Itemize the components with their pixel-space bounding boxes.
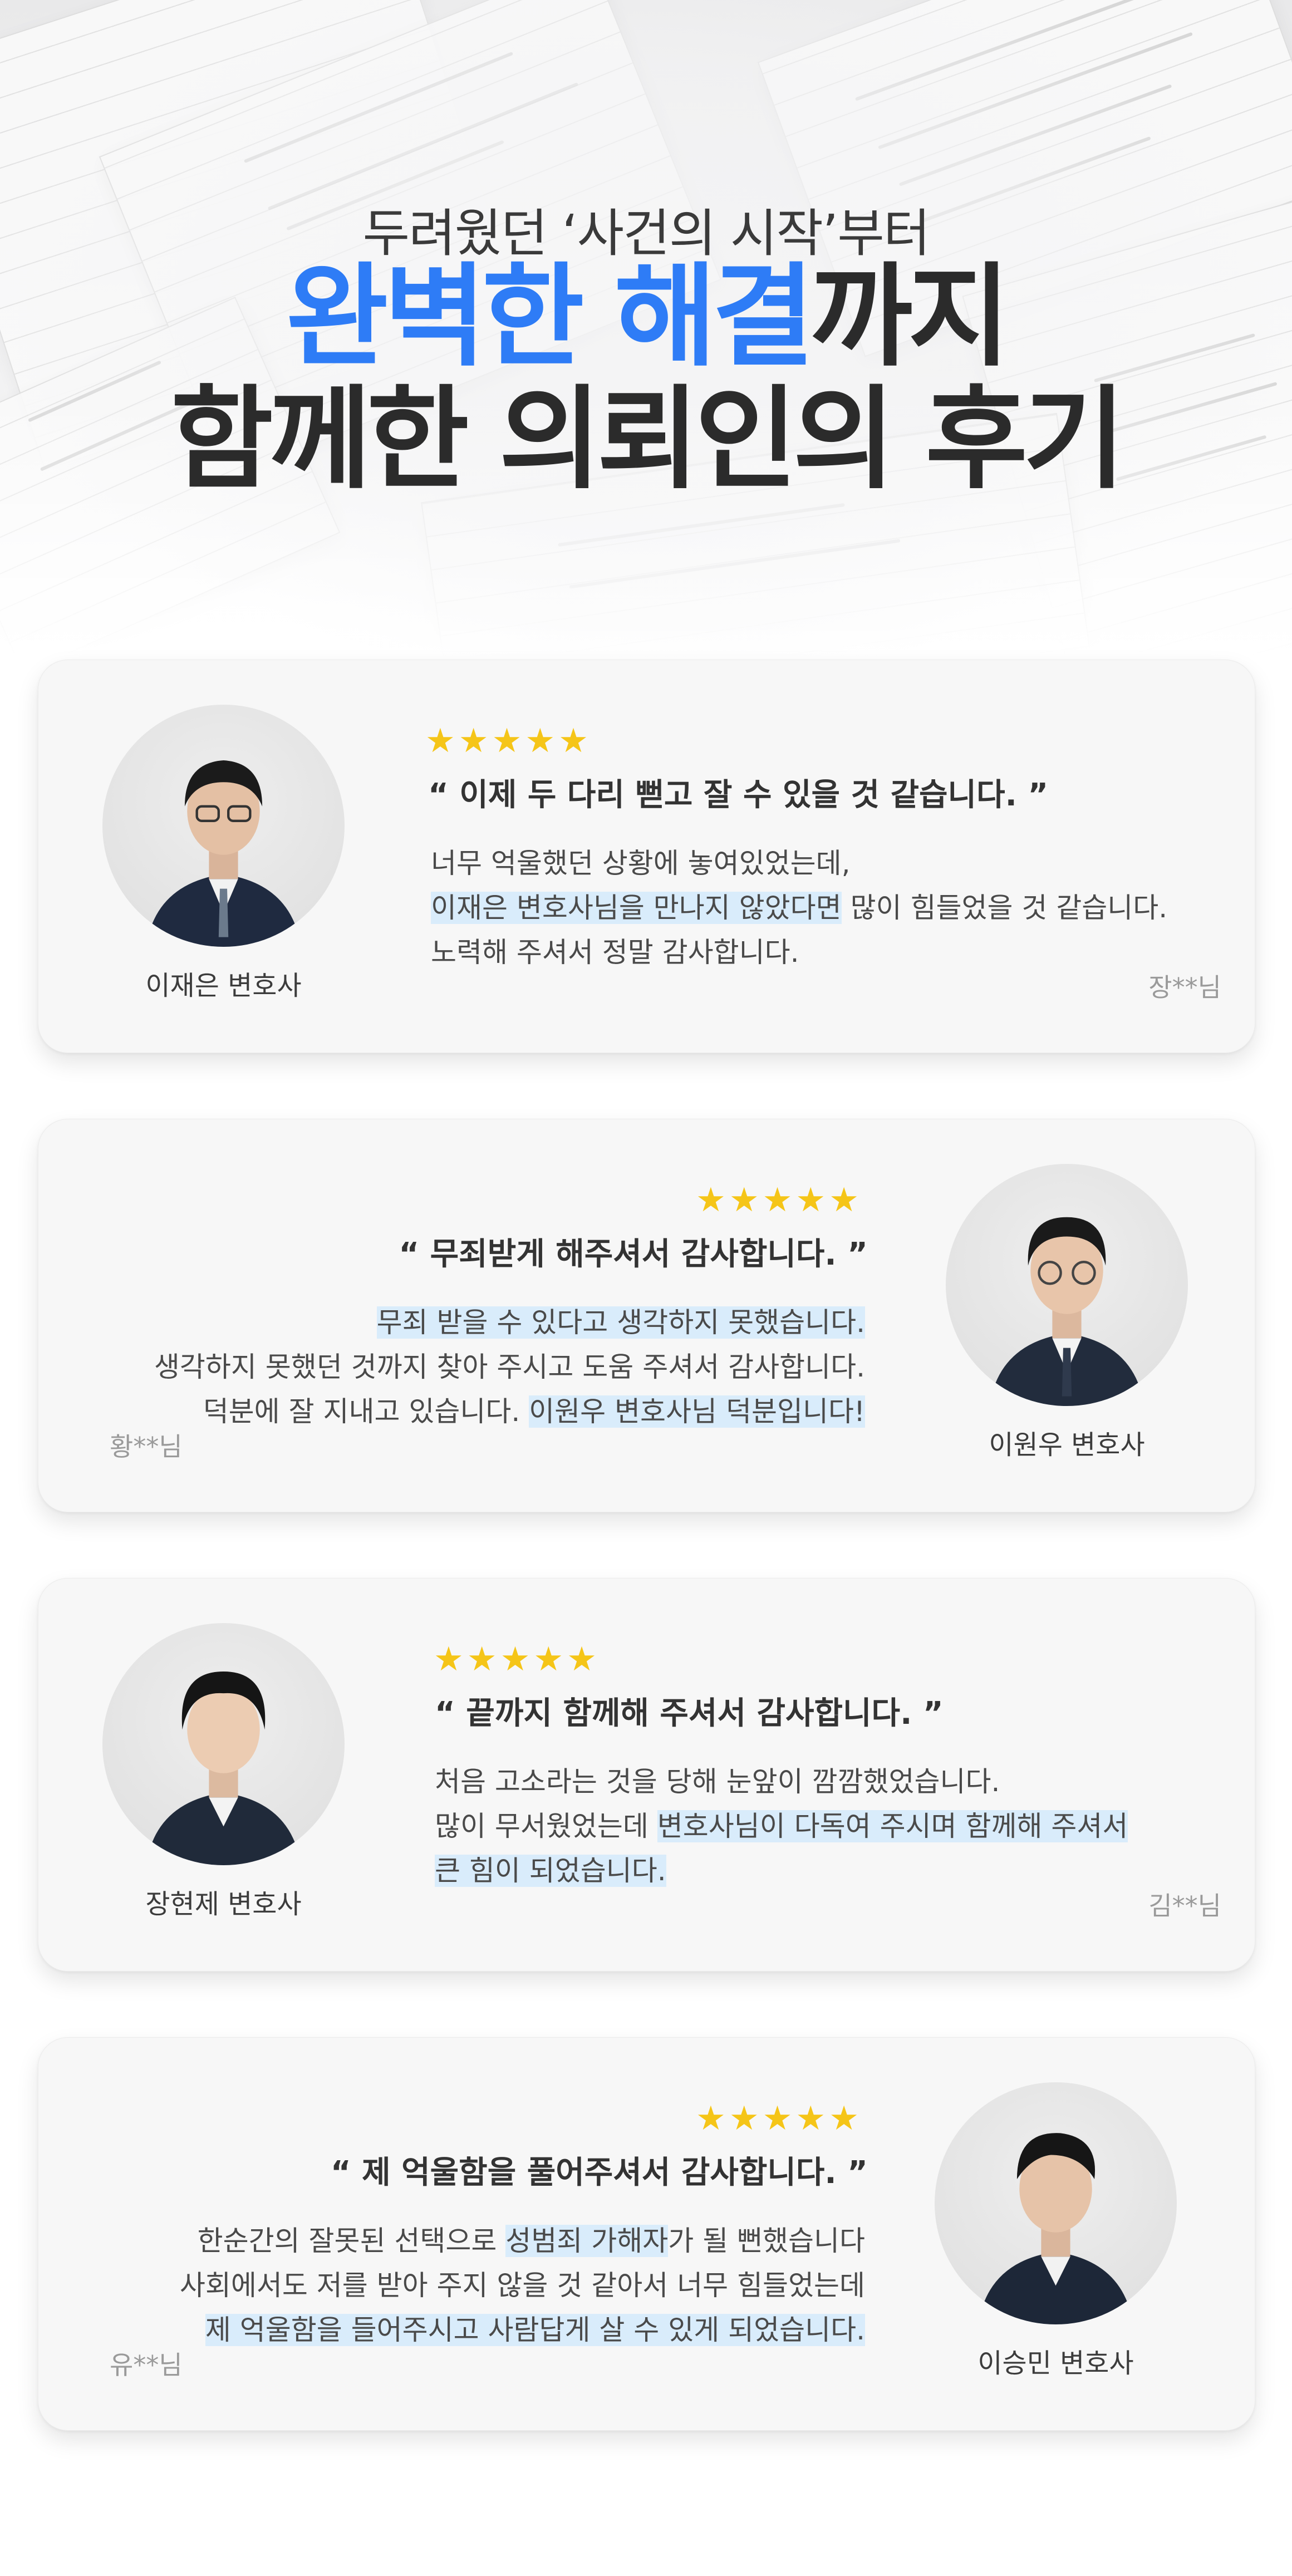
review-body: 한순간의 잘못된 선택으로 성범죄 가해자가 될 뻔했습니다사회에서도 저를 받… <box>180 2219 865 2352</box>
review-body: 너무 억울했던 상황에 놓여있었는데, 이재은 변호사님을 만나지 않았다면 많이… <box>431 841 1167 975</box>
review-line: 사회에서도 저를 받아 주지 않을 것 같아서 너무 힘들었는데 <box>180 2263 865 2308</box>
review-card-1: 이재은 변호사 ★★★★★ “ 이제 두 다리 뻗고 잘 수 있을 것 같습니다… <box>38 660 1255 1053</box>
review-line: 큰 힘이 되었습니다. <box>435 1849 1128 1893</box>
lawyer-photo <box>946 1164 1188 1406</box>
rating-stars: ★★★★★ <box>425 721 592 760</box>
review-line: 이재은 변호사님을 만나지 않았다면 많이 힘들었을 것 같습니다. <box>431 886 1167 930</box>
hero-title-accent: 완벽한 해결 <box>286 252 815 382</box>
review-card-2: ★★★★★ “ 무죄받게 해주셔서 감사합니다. ” 무죄 받을 수 있다고 생… <box>38 1119 1255 1512</box>
review-line: 너무 억울했던 상황에 놓여있었는데, <box>431 841 1167 886</box>
review-text: 가 될 뻔했습니다 <box>668 2225 865 2257</box>
highlighted-text: 이원우 변호사님 덕분입니다! <box>529 1395 865 1428</box>
review-text: 노력해 주셔서 정말 감사합니다. <box>431 936 799 969</box>
review-text: 한순간의 잘못된 선택으로 <box>197 2225 506 2257</box>
highlighted-text: 제 억울함을 들어주시고 사람답게 살 수 있게 되었습니다. <box>205 2314 865 2346</box>
rating-stars: ★★★★★ <box>696 1181 862 1220</box>
lawyer-photo <box>102 1623 345 1865</box>
review-line: 제 억울함을 들어주시고 사람답게 살 수 있게 되었습니다. <box>180 2308 865 2352</box>
client-name: 유**님 <box>110 2350 183 2380</box>
review-text: 많이 무서웠었는데 <box>435 1810 657 1842</box>
lawyer-portrait-icon <box>146 1672 301 1865</box>
highlighted-text: 변호사님이 다독여 주시며 함께해 주셔서 <box>657 1810 1128 1842</box>
client-name: 김**님 <box>1148 1891 1221 1921</box>
review-text: 사회에서도 저를 받아 주지 않을 것 같아서 너무 힘들었는데 <box>179 2269 865 2302</box>
review-body: 무죄 받을 수 있다고 생각하지 못했습니다. 생각하지 못했던 것까지 찾아 주… <box>154 1300 865 1434</box>
client-name: 장**님 <box>1148 972 1221 1002</box>
review-card-4: ★★★★★ “ 제 억울함을 풀어주셔서 감사합니다. ” 한순간의 잘못된 선… <box>38 2037 1255 2431</box>
highlighted-text: 무죄 받을 수 있다고 생각하지 못했습니다. <box>376 1306 865 1339</box>
review-text: 많이 힘들었을 것 같습니다. <box>841 892 1168 924</box>
highlighted-text: 이재은 변호사님을 만나지 않았다면 <box>431 892 842 924</box>
lawyer-name: 이원우 변호사 <box>989 1429 1145 1461</box>
highlighted-text: 성범죄 가해자 <box>505 2225 669 2257</box>
rating-stars: ★★★★★ <box>434 1640 600 1679</box>
review-line: 한순간의 잘못된 선택으로 성범죄 가해자가 될 뻔했습니다 <box>180 2219 865 2263</box>
review-line: 처음 고소라는 것을 당해 눈앞이 깜깜했었습니다. <box>435 1759 1128 1804</box>
lawyer-name: 장현제 변호사 <box>145 1889 302 1920</box>
review-card-3: 장현제 변호사 ★★★★★ “ 끝까지 함께해 주셔서 감사합니다. ” 처음 … <box>38 1578 1255 1972</box>
lawyer-portrait-icon <box>146 760 301 947</box>
hero-title-line2: 함께한 의뢰인의 후기 <box>170 375 1126 504</box>
lawyer-name: 이승민 변호사 <box>977 2348 1134 2379</box>
lawyer-name: 이재은 변호사 <box>145 970 302 1001</box>
lawyer-portrait-icon <box>978 2133 1133 2324</box>
review-line: 노력해 주셔서 정말 감사합니다. <box>431 930 1167 975</box>
review-headline: “ 이제 두 다리 뻗고 잘 수 있을 것 같습니다. ” <box>428 777 1049 813</box>
lawyer-portrait-icon <box>989 1217 1144 1406</box>
review-line: 무죄 받을 수 있다고 생각하지 못했습니다. <box>154 1300 865 1345</box>
hero-title-line1: 완벽한 해결까지 <box>0 262 1292 373</box>
review-text: 처음 고소라는 것을 당해 눈앞이 깜깜했었습니다. <box>435 1766 1000 1798</box>
review-headline: “ 무죄받게 해주셔서 감사합니다. ” <box>399 1236 868 1272</box>
highlighted-text: 큰 힘이 되었습니다. <box>435 1855 666 1887</box>
review-text: 덕분에 잘 지내고 있습니다. <box>203 1395 529 1428</box>
rating-stars: ★★★★★ <box>696 2099 862 2138</box>
review-line: 생각하지 못했던 것까지 찾아 주시고 도움 주셔서 감사합니다. <box>154 1345 865 1389</box>
lawyer-photo <box>102 705 345 947</box>
review-line: 덕분에 잘 지내고 있습니다. 이원우 변호사님 덕분입니다! <box>154 1389 865 1434</box>
review-text: 생각하지 못했던 것까지 찾아 주시고 도움 주셔서 감사합니다. <box>154 1351 865 1383</box>
client-name: 황**님 <box>110 1432 183 1462</box>
hero-title-rest: 까지 <box>810 252 1010 382</box>
review-line: 많이 무서웠었는데 변호사님이 다독여 주시며 함께해 주셔서 <box>435 1804 1128 1849</box>
review-headline: “ 끝까지 함께해 주셔서 감사합니다. ” <box>435 1695 944 1732</box>
review-body: 처음 고소라는 것을 당해 눈앞이 깜깜했었습니다. 많이 무서웠었는데 변호사님… <box>435 1759 1128 1893</box>
lawyer-photo <box>935 2082 1177 2324</box>
review-headline: “ 제 억울함을 풀어주셔서 감사합니다. ” <box>330 2155 868 2191</box>
review-text: 너무 억울했던 상황에 놓여있었는데, <box>431 847 851 879</box>
